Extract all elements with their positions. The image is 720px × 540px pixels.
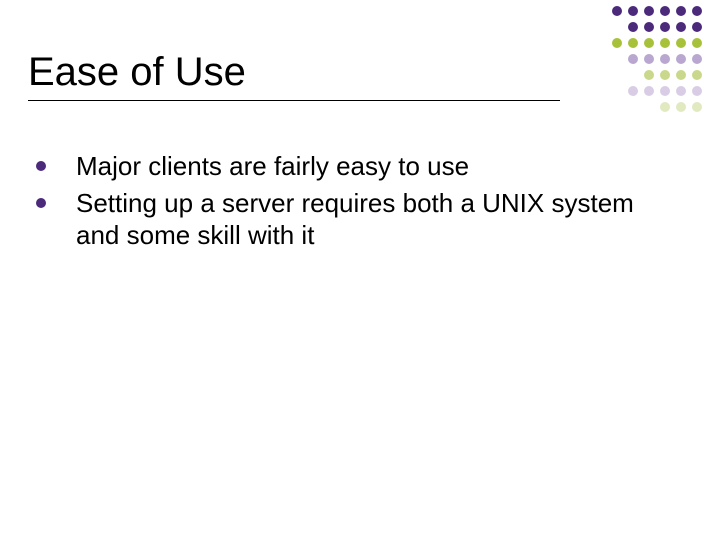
decoration-dot xyxy=(644,38,654,48)
decoration-dot xyxy=(676,6,686,16)
decoration-dot xyxy=(692,102,702,112)
decoration-dot xyxy=(692,54,702,64)
decoration-dot xyxy=(676,70,686,80)
decoration-dot xyxy=(676,22,686,32)
bullet-list: Major clients are fairly easy to use Set… xyxy=(36,150,660,256)
decoration-dot xyxy=(660,38,670,48)
slide-title: Ease of Use xyxy=(28,50,560,94)
decoration-dot xyxy=(628,54,638,64)
decoration-dot xyxy=(660,22,670,32)
decoration-dot xyxy=(660,70,670,80)
decoration-row xyxy=(612,22,702,32)
decoration-dot xyxy=(628,38,638,48)
decoration-dot xyxy=(692,70,702,80)
decoration-dot xyxy=(660,102,670,112)
decoration-dot xyxy=(612,38,622,48)
bullet-text: Setting up a server requires both a UNIX… xyxy=(76,187,660,252)
decoration-dot xyxy=(644,70,654,80)
decoration-row xyxy=(612,102,702,112)
bullet-icon xyxy=(36,161,46,171)
title-container: Ease of Use xyxy=(28,50,560,101)
decoration-row xyxy=(612,6,702,16)
decoration-row xyxy=(612,54,702,64)
decoration-dot xyxy=(692,38,702,48)
decoration-dot xyxy=(660,86,670,96)
decoration-dot xyxy=(628,22,638,32)
slide: Ease of Use Major clients are fairly eas… xyxy=(0,0,720,540)
decoration-dot xyxy=(644,6,654,16)
decoration-dot xyxy=(612,6,622,16)
decoration-dot xyxy=(692,86,702,96)
decoration-dot xyxy=(628,6,638,16)
decoration-dot xyxy=(644,86,654,96)
bullet-icon xyxy=(36,198,46,208)
decoration-dot xyxy=(644,22,654,32)
decoration-dot xyxy=(692,22,702,32)
bullet-text: Major clients are fairly easy to use xyxy=(76,150,469,183)
decoration-dot-grid xyxy=(612,6,702,118)
decoration-dot xyxy=(692,6,702,16)
list-item: Setting up a server requires both a UNIX… xyxy=(36,187,660,252)
decoration-dot xyxy=(644,54,654,64)
decoration-dot xyxy=(676,54,686,64)
decoration-dot xyxy=(676,102,686,112)
decoration-dot xyxy=(676,38,686,48)
list-item: Major clients are fairly easy to use xyxy=(36,150,660,183)
decoration-row xyxy=(612,86,702,96)
decoration-dot xyxy=(660,54,670,64)
decoration-row xyxy=(612,70,702,80)
decoration-dot xyxy=(660,6,670,16)
decoration-dot xyxy=(628,86,638,96)
decoration-dot xyxy=(676,86,686,96)
decoration-row xyxy=(612,38,702,48)
